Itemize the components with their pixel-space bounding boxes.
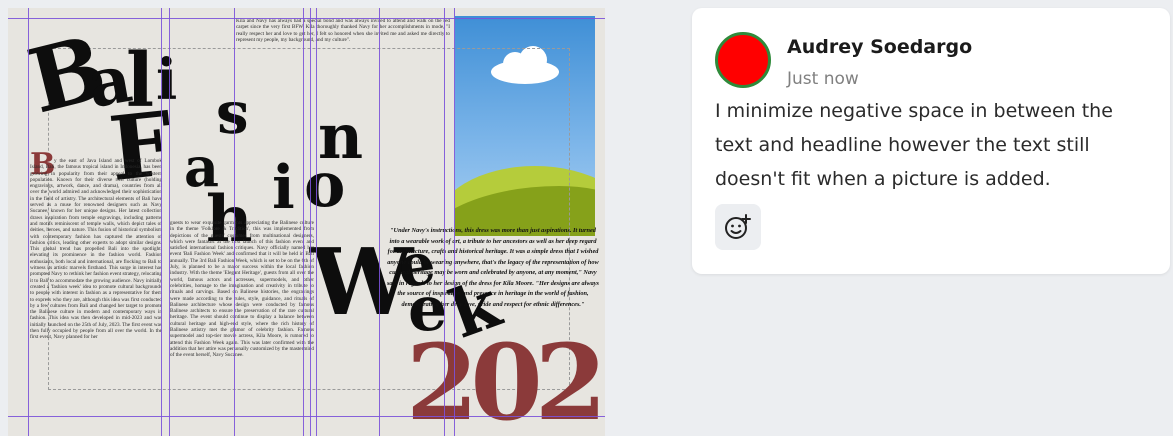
headline-letter[interactable]: s [216,89,249,157]
headline-letter[interactable]: n [318,106,363,168]
year-heading[interactable]: 2025 [406,331,605,435]
body-column-3[interactable]: Kila and Navy has always had a special b… [236,18,450,62]
body-column-1[interactable]: y the east of Java Island and west of Lo… [30,158,162,430]
comment-card: Audrey Soedargo Just now I minimize nega… [692,8,1170,274]
add-reaction-button[interactable] [715,204,761,250]
layout-guide [444,8,445,436]
layout-guide [169,8,170,436]
body-column-2[interactable]: guests to wear exquisite garments apprec… [170,220,314,432]
comment-timestamp: Just now [787,69,859,89]
layout-guide [379,8,380,436]
layout-guide [310,8,311,436]
layout-guide [161,8,162,436]
headline-letter[interactable]: i [272,158,295,218]
layout-guide [316,8,317,436]
layout-guide [8,416,605,417]
design-canvas[interactable]: B a l i F a s h i o n W e e k 2025 B y t… [8,8,605,436]
layout-guide [8,18,605,19]
pull-quote[interactable]: "Under Navy's instructions, this dress w… [386,226,600,310]
comment-author: Audrey Soedargo [787,36,973,58]
avatar[interactable] [715,32,771,88]
layout-guide [454,8,455,436]
layout-guide [234,8,235,436]
add-reaction-icon [725,214,751,239]
comment-body: I minimize negative space in between the… [715,100,1113,190]
layout-guide [303,8,304,436]
layout-guide [28,8,29,436]
